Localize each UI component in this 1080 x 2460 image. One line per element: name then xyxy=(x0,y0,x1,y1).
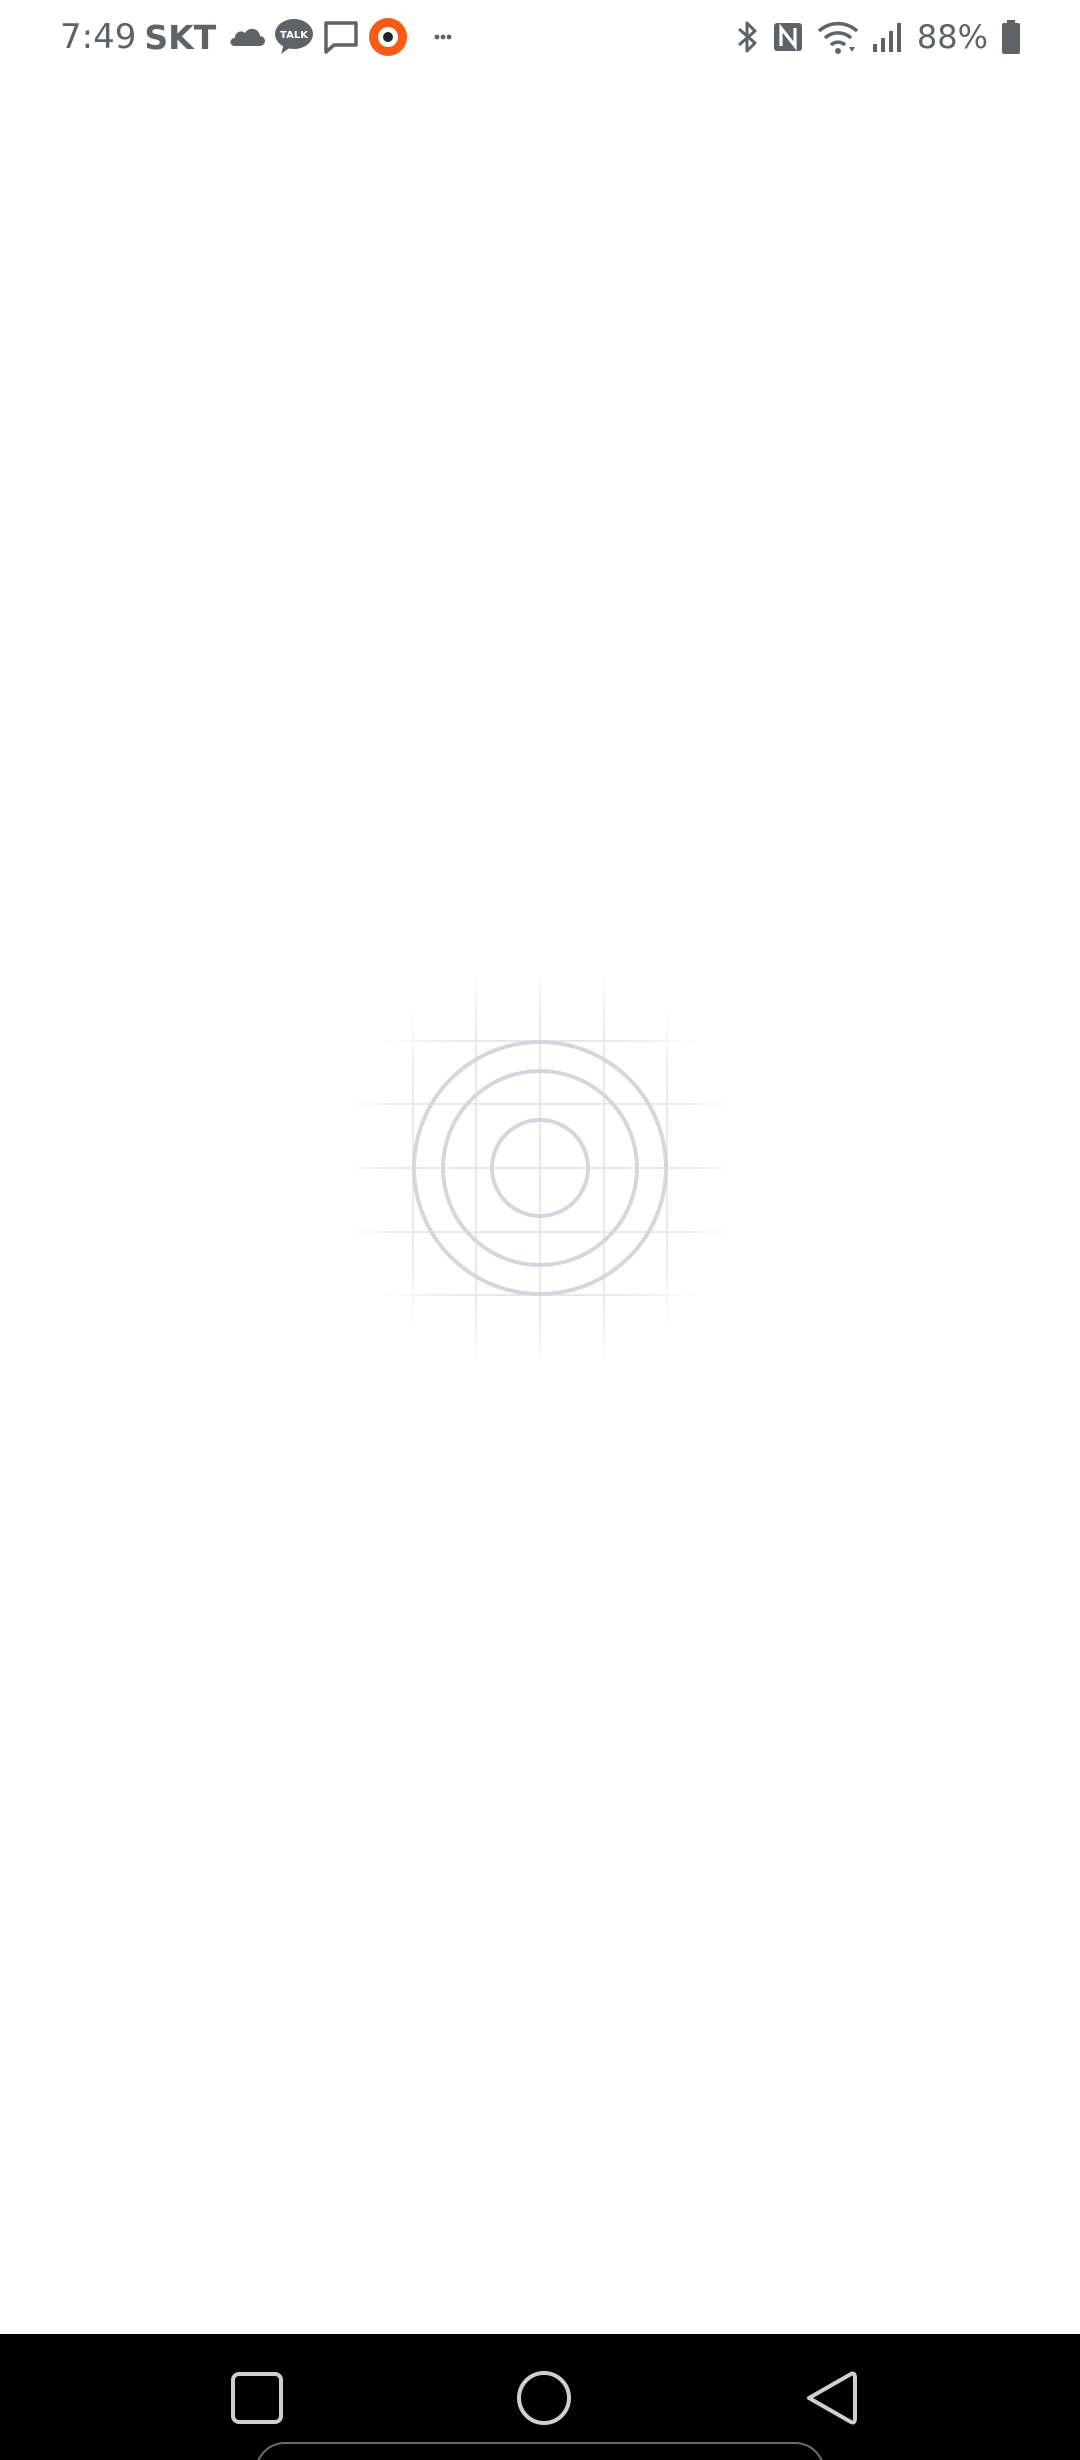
recent-apps-button[interactable] xyxy=(221,2362,293,2434)
status-carrier: SKT xyxy=(144,17,217,57)
kakaotalk-icon: TALK xyxy=(274,18,314,56)
status-time: 7:49 xyxy=(60,17,137,57)
back-button[interactable] xyxy=(795,2362,867,2434)
bluetooth-icon xyxy=(735,19,759,55)
wifi-icon xyxy=(817,19,859,55)
gesture-handle[interactable] xyxy=(255,2442,825,2460)
circle-icon xyxy=(517,2371,571,2425)
cloud-icon xyxy=(228,24,266,50)
square-icon xyxy=(231,2372,283,2424)
signal-icon xyxy=(871,20,905,54)
record-icon xyxy=(368,17,408,57)
battery-icon xyxy=(1000,19,1022,55)
loading-graphic xyxy=(355,978,725,1358)
navigation-bar xyxy=(0,2334,1080,2460)
more-notifications-icon xyxy=(434,33,452,41)
screen: 7:49 SKT TALK 88% xyxy=(0,0,1080,2460)
message-icon xyxy=(322,19,360,55)
status-bar-left: 7:49 SKT TALK xyxy=(60,14,452,60)
back-triangle-icon xyxy=(807,2371,857,2425)
battery-percent: 88% xyxy=(916,18,988,56)
nfc-icon xyxy=(771,20,805,54)
home-button[interactable] xyxy=(508,2362,580,2434)
status-bar-right: 88% xyxy=(735,14,1022,60)
status-bar: 7:49 SKT TALK 88% xyxy=(0,0,1080,72)
concentric-circles-grid-icon xyxy=(355,978,725,1358)
talk-badge-text: TALK xyxy=(280,30,309,41)
